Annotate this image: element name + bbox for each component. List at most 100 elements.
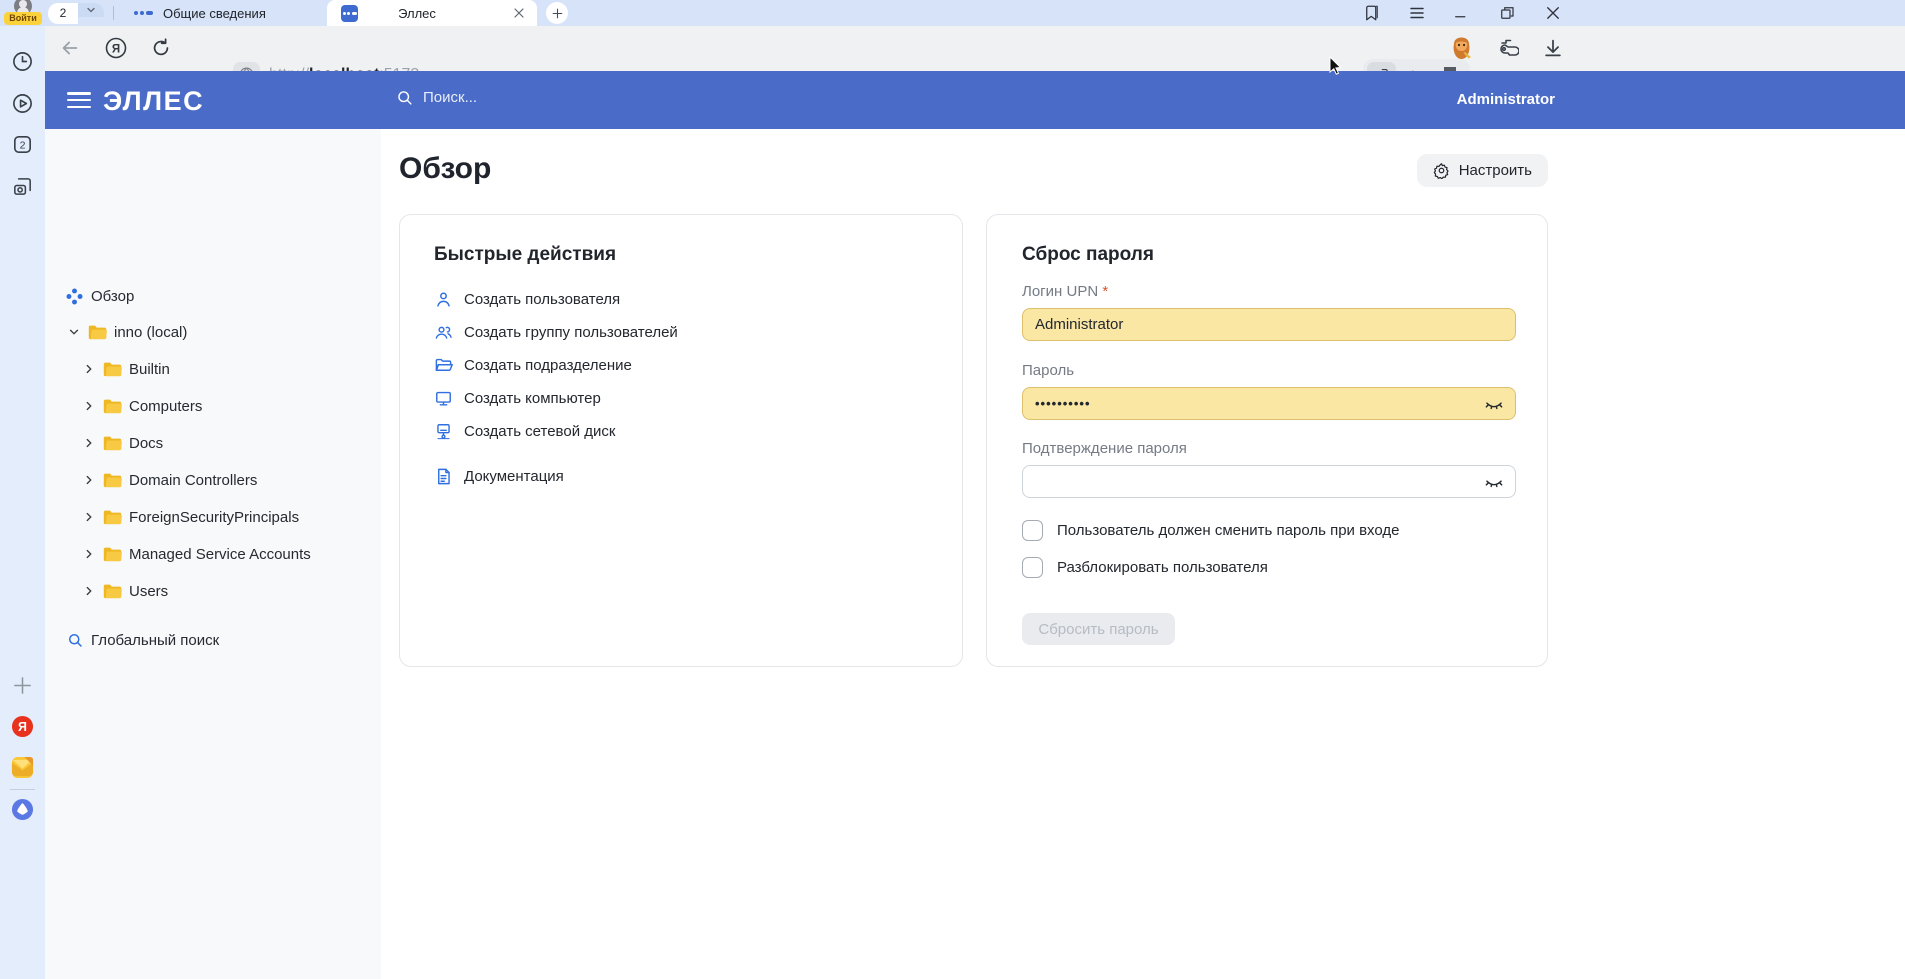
action-label: Создать подразделение <box>464 357 632 374</box>
app-search[interactable]: Поиск... <box>395 88 477 107</box>
window-maximize-button[interactable] <box>1498 4 1516 22</box>
reset-password-button[interactable]: Сбросить пароль <box>1022 613 1175 645</box>
tree-item-label: Computers <box>129 398 202 415</box>
browser-toolbar: Я http://localhost:5173 Aあ <box>45 26 1905 71</box>
chevron-right-icon[interactable] <box>82 547 96 561</box>
chevron-right-icon[interactable] <box>82 473 96 487</box>
checkbox-label: Разблокировать пользователя <box>1057 559 1268 576</box>
action-label: Создать компьютер <box>464 390 601 407</box>
tree-item-computers[interactable]: Computers <box>82 394 202 418</box>
tree-item-domain-controllers[interactable]: Domain Controllers <box>82 468 257 492</box>
folder-icon <box>103 583 122 599</box>
login-input[interactable] <box>1022 308 1516 341</box>
yandex-search-button[interactable]: Я <box>104 36 128 60</box>
search-placeholder: Поиск... <box>423 89 477 106</box>
profile-button[interactable]: Войти <box>4 0 42 26</box>
checkbox-force-change[interactable] <box>1022 520 1043 541</box>
sidebar-item-overview[interactable]: Обзор <box>65 284 134 308</box>
action-create-ou[interactable]: Создать подразделение <box>434 349 962 382</box>
checkbox-unlock[interactable] <box>1022 557 1043 578</box>
page-title: Обзор <box>399 152 491 186</box>
sidebar-item-global-search[interactable]: Глобальный поиск <box>66 628 219 652</box>
action-label: Документация <box>464 468 564 485</box>
tab-close-icon[interactable] <box>511 5 527 21</box>
download-button[interactable] <box>1542 37 1564 59</box>
history-icon[interactable] <box>11 50 34 73</box>
tab-elles-active[interactable]: Эллес <box>327 0 537 26</box>
chevron-right-icon[interactable] <box>82 436 96 450</box>
app-menu-icon[interactable] <box>67 92 91 108</box>
login-badge[interactable]: Войти <box>4 12 42 25</box>
app-logo: ЭЛЛЕС <box>103 86 204 117</box>
tree-item-docs[interactable]: Docs <box>82 431 163 455</box>
overview-icon <box>65 287 84 306</box>
app-sidebar: Обзор inno (local) Builtin Computers Doc… <box>45 129 381 979</box>
search-icon <box>66 631 84 649</box>
bookmark-flag-icon[interactable] <box>1363 4 1381 22</box>
chevron-right-icon[interactable] <box>82 510 96 524</box>
mail-icon[interactable] <box>11 756 34 779</box>
chevron-right-icon[interactable] <box>82 362 96 376</box>
extension-mascot-icon[interactable] <box>1448 35 1475 62</box>
tab-favicon-dots-icon <box>134 11 153 15</box>
checkbox-unlock-row[interactable]: Разблокировать пользователя <box>1022 557 1268 578</box>
user-label[interactable]: Administrator <box>1457 91 1555 108</box>
users-icon <box>434 323 453 342</box>
tree-item-label: Domain Controllers <box>129 472 257 489</box>
passwords-icon[interactable] <box>1495 37 1519 61</box>
sidebar-item-label: Обзор <box>91 288 134 305</box>
configure-button[interactable]: Настроить <box>1417 154 1548 187</box>
folder-icon <box>103 398 122 414</box>
app-header: ЭЛЛЕС Поиск... Administrator <box>45 71 1905 129</box>
action-create-computer[interactable]: Создать компьютер <box>434 382 962 415</box>
alice-icon[interactable] <box>11 798 34 821</box>
checkbox-force-change-row[interactable]: Пользователь должен сменить пароль при в… <box>1022 520 1400 541</box>
yandex-services-icon[interactable]: Я <box>11 715 34 738</box>
back-button[interactable] <box>59 37 81 59</box>
video-player-icon[interactable] <box>11 92 34 115</box>
action-create-user[interactable]: Создать пользователя <box>434 283 962 316</box>
action-create-network-drive[interactable]: Создать сетевой диск <box>434 415 962 448</box>
tab-title: Общие сведения <box>163 6 266 21</box>
chevron-right-icon[interactable] <box>82 399 96 413</box>
add-panel-icon[interactable] <box>11 674 34 697</box>
sidebar-item-label: Глобальный поиск <box>91 632 219 649</box>
tree-item-users[interactable]: Users <box>82 579 168 603</box>
tree-root-inno[interactable]: inno (local) <box>67 320 187 344</box>
folder-icon <box>103 472 122 488</box>
tab-obshchie-svedeniya[interactable]: Общие сведения <box>120 0 320 26</box>
eye-closed-icon[interactable] <box>1484 472 1504 492</box>
window-minimize-button[interactable] <box>1452 4 1470 22</box>
sidebar-tab-count: 2 <box>20 139 26 151</box>
password-input[interactable] <box>1022 387 1516 420</box>
screenshot-icon[interactable] <box>11 175 34 198</box>
reload-button[interactable] <box>150 37 172 59</box>
card-title: Быстрые действия <box>434 244 962 266</box>
password-label: Пароль <box>1022 362 1074 379</box>
tree-item-builtin[interactable]: Builtin <box>82 357 170 381</box>
tree-item-managed-service-accounts[interactable]: Managed Service Accounts <box>82 542 311 566</box>
chevron-right-icon[interactable] <box>82 584 96 598</box>
tab-counter-chevron-icon[interactable] <box>78 3 104 17</box>
action-documentation[interactable]: Документация <box>434 460 962 493</box>
user-icon <box>434 290 453 309</box>
new-tab-button[interactable] <box>546 2 568 24</box>
folder-icon <box>103 509 122 525</box>
tabs-panel-icon[interactable]: 2 <box>11 133 34 156</box>
svg-text:Я: Я <box>112 44 120 56</box>
eye-closed-icon[interactable] <box>1484 394 1504 414</box>
chevron-down-icon[interactable] <box>67 325 81 339</box>
folder-icon <box>103 361 122 377</box>
divider <box>10 789 35 790</box>
tab-counter[interactable]: 2 <box>48 3 104 24</box>
gear-icon <box>1433 162 1450 179</box>
mouse-cursor <box>1329 56 1344 75</box>
window-close-button[interactable] <box>1544 4 1562 22</box>
quick-actions-card: Быстрые действия Создать пользователя Со… <box>399 214 963 667</box>
browser-menu-icon[interactable] <box>1408 4 1426 22</box>
confirm-input[interactable] <box>1022 465 1516 498</box>
folder-icon <box>103 546 122 562</box>
tree-item-foreign-security-principals[interactable]: ForeignSecurityPrincipals <box>82 505 299 529</box>
action-create-group[interactable]: Создать группу пользователей <box>434 316 962 349</box>
tree-root-label: inno (local) <box>114 324 187 341</box>
